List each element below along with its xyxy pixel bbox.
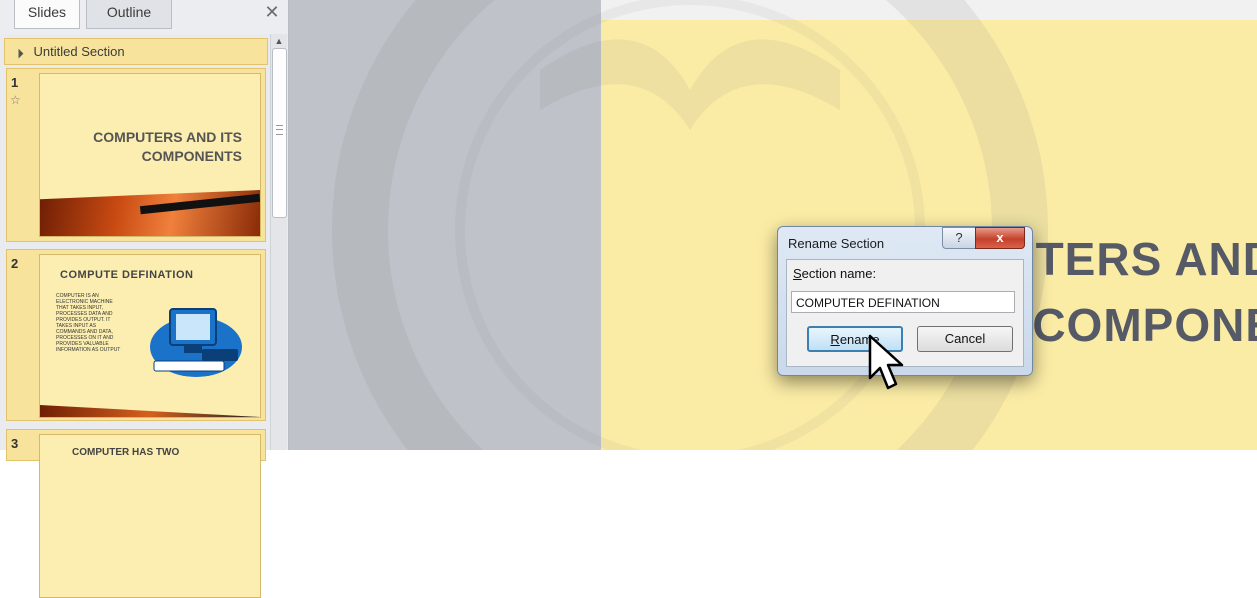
dialog-close-button[interactable]: x (975, 227, 1025, 249)
computer-icon (150, 308, 242, 377)
slide-number: 1 (11, 75, 19, 90)
slide-2-title: COMPUTE DEFINATION (60, 269, 194, 281)
dialog-title: Rename Section (788, 236, 885, 251)
star-icon: ☆ (10, 93, 21, 107)
section-name-label: Section name: (793, 266, 876, 281)
slide-1-title: COMPUTERS AND ITS COMPONENTS (62, 128, 242, 166)
slide-preview: COMPUTE DEFINATION COMPUTER IS AN ELECTR… (39, 254, 261, 418)
section-label: Untitled Section (33, 44, 125, 59)
slide-3-title: COMPUTER HAS TWO (72, 447, 180, 458)
collapse-triangle-icon[interactable]: ◢ (7, 42, 30, 65)
slide-number: 2 (11, 256, 19, 271)
vertical-scrollbar[interactable]: ▲ (270, 34, 287, 450)
panel-tabbar: Slides Outline ✕ (0, 0, 288, 34)
slides-panel: Slides Outline ✕ ◢ Untitled Section 1 ☆ … (0, 0, 289, 598)
slide-thumbnail-3[interactable]: 3 COMPUTER HAS TWO (6, 429, 266, 598)
slide-number: 3 (11, 436, 19, 451)
slide-thumbnail-1[interactable]: 1 ☆ COMPUTERS AND ITS COMPONENTS (6, 68, 266, 242)
section-name-input[interactable]: COMPUTER DEFINATION (791, 291, 1015, 313)
ribbon-edge (601, 0, 1257, 20)
tab-outline[interactable]: Outline (86, 0, 172, 29)
help-button[interactable]: ? (942, 227, 976, 249)
slide-1-title-line1: COMPUTERS AND ITS (93, 129, 242, 145)
close-panel-icon[interactable]: ✕ (262, 2, 282, 23)
workspace-gap (289, 0, 601, 450)
section-header[interactable]: ◢ Untitled Section (4, 38, 268, 65)
tab-slides[interactable]: Slides (14, 0, 80, 29)
slide-thumbnail-2[interactable]: 2 COMPUTE DEFINATION COMPUTER IS AN ELEC… (6, 249, 266, 421)
slide-1-title-line2: COMPONENTS (141, 148, 242, 164)
mouse-pointer-icon (868, 334, 904, 390)
cancel-button[interactable]: Cancel (917, 326, 1013, 352)
decorative-band (40, 405, 260, 417)
section-name-label-mnemonic: S (793, 266, 802, 281)
scroll-thumb[interactable] (272, 48, 287, 218)
scroll-up-arrow-icon[interactable]: ▲ (273, 36, 285, 46)
rename-button-mnemonic: R (830, 332, 840, 347)
grip-icon (276, 125, 283, 135)
section-name-label-text: ection name: (801, 266, 877, 281)
slide-preview: COMPUTER HAS TWO (39, 434, 261, 598)
slide-preview: COMPUTERS AND ITS COMPONENTS (39, 73, 261, 237)
slide-2-body: COMPUTER IS AN ELECTRONIC MACHINE THAT T… (56, 293, 121, 353)
